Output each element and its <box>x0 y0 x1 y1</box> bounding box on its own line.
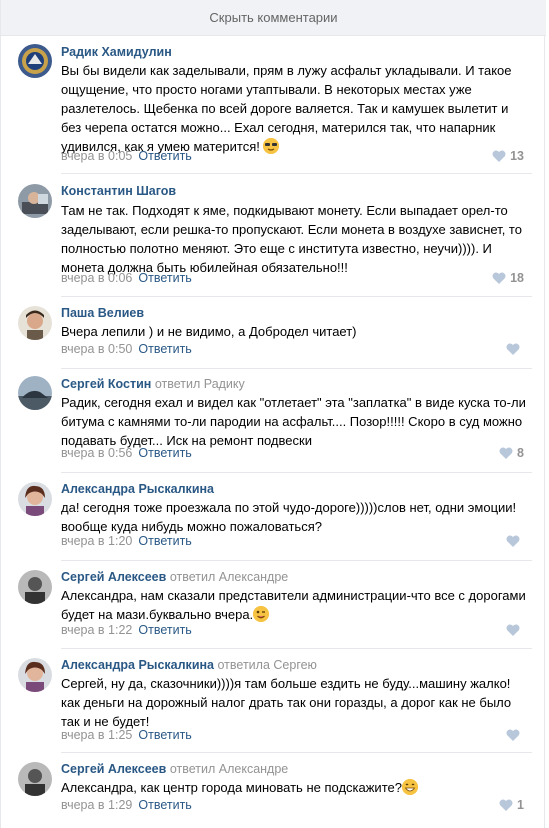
divider <box>61 173 532 174</box>
reply-target[interactable]: Александре <box>219 570 289 584</box>
comment-time[interactable]: вчера в 0:56 <box>61 446 132 460</box>
comment-text: Александра, нам сказали представители ад… <box>61 588 526 622</box>
reply-button[interactable]: Ответить <box>138 149 191 163</box>
comment-text: Радик, сегодня ехал и видел как "отлетае… <box>61 395 526 448</box>
comment-author[interactable]: Александра Рыскалкина <box>61 482 214 496</box>
avatar[interactable] <box>18 658 52 692</box>
comment-author[interactable]: Константин Шагов <box>61 184 176 198</box>
reply-button[interactable]: Ответить <box>138 271 191 285</box>
reply-target[interactable]: Радику <box>204 377 245 391</box>
hide-comments-button[interactable]: Скрыть комментарии <box>1 0 546 36</box>
reply-button[interactable]: Ответить <box>138 728 191 742</box>
comment-text: Там не так. Подходят к яме, подкидывают … <box>61 203 522 275</box>
replied-label: ответила <box>217 658 270 672</box>
like-count: 8 <box>517 446 524 460</box>
heart-icon <box>506 343 520 355</box>
divider <box>61 752 532 753</box>
comment-text: Александра, как центр города миновать не… <box>61 780 402 795</box>
avatar[interactable] <box>18 376 52 410</box>
wink-emoji-icon <box>253 606 270 622</box>
replied-label: ответил <box>169 762 216 776</box>
divider <box>61 560 532 561</box>
like-button[interactable] <box>506 728 524 742</box>
heart-icon <box>506 729 520 741</box>
avatar[interactable] <box>18 44 52 78</box>
comment-time[interactable]: вчера в 1:29 <box>61 798 132 812</box>
like-button[interactable] <box>506 534 524 548</box>
divider <box>61 648 532 649</box>
reply-button[interactable]: Ответить <box>138 623 191 637</box>
like-count: 13 <box>510 149 524 163</box>
reply-button[interactable]: Ответить <box>138 534 191 548</box>
like-button[interactable]: 13 <box>492 149 524 163</box>
comment-text: да! сегодня тоже проезжала по этой чудо-… <box>61 500 517 534</box>
heart-icon <box>499 447 513 459</box>
divider <box>61 296 532 297</box>
grin-emoji-icon <box>401 779 418 795</box>
comment-author[interactable]: Сергей Алексеев <box>61 762 166 776</box>
like-button[interactable]: 1 <box>499 798 524 812</box>
avatar[interactable] <box>18 482 52 516</box>
avatar[interactable] <box>18 306 52 340</box>
reply-target[interactable]: Александре <box>219 762 289 776</box>
comments-panel: Скрыть комментарии Радик Хамидулин Вы бы… <box>0 0 546 828</box>
comment-text: Вчера лепили ) и не видимо, а Добродел ч… <box>61 324 357 339</box>
reply-button[interactable]: Ответить <box>138 446 191 460</box>
comment-author[interactable]: Сергей Костин <box>61 377 151 391</box>
heart-icon <box>492 272 506 284</box>
replied-label: ответил <box>154 377 201 391</box>
avatar[interactable] <box>18 570 52 604</box>
divider <box>61 368 532 369</box>
reply-target[interactable]: Сергею <box>273 658 317 672</box>
comment-text: Вы бы видели как заделывали, прям в лужу… <box>61 63 512 154</box>
replied-label: ответил <box>169 570 216 584</box>
heart-icon <box>506 624 520 636</box>
heart-icon <box>506 535 520 547</box>
comment-text: Сергей, ну да, сказочники))))я там больш… <box>61 676 512 729</box>
like-button[interactable]: 8 <box>499 446 524 460</box>
heart-icon <box>499 799 513 811</box>
like-button[interactable] <box>506 342 524 356</box>
comment-time[interactable]: вчера в 1:20 <box>61 534 132 548</box>
comment-author[interactable]: Александра Рыскалкина <box>61 658 214 672</box>
like-button[interactable]: 18 <box>492 271 524 285</box>
comment-time[interactable]: вчера в 1:25 <box>61 728 132 742</box>
comment-author[interactable]: Радик Хамидулин <box>61 45 172 59</box>
heart-icon <box>492 150 506 162</box>
like-button[interactable] <box>506 623 524 637</box>
avatar[interactable] <box>18 762 52 796</box>
comment-time[interactable]: вчера в 0:05 <box>61 149 132 163</box>
reply-button[interactable]: Ответить <box>138 798 191 812</box>
like-count: 1 <box>517 798 524 812</box>
like-count: 18 <box>510 271 524 285</box>
reply-button[interactable]: Ответить <box>138 342 191 356</box>
comment-time[interactable]: вчера в 0:06 <box>61 271 132 285</box>
comment-time[interactable]: вчера в 1:22 <box>61 623 132 637</box>
avatar[interactable] <box>18 184 52 218</box>
divider <box>61 472 532 473</box>
comment-time[interactable]: вчера в 0:50 <box>61 342 132 356</box>
comment-author[interactable]: Сергей Алексеев <box>61 570 166 584</box>
comment-author[interactable]: Паша Велиев <box>61 306 144 320</box>
sunglasses-emoji-icon <box>263 138 280 154</box>
